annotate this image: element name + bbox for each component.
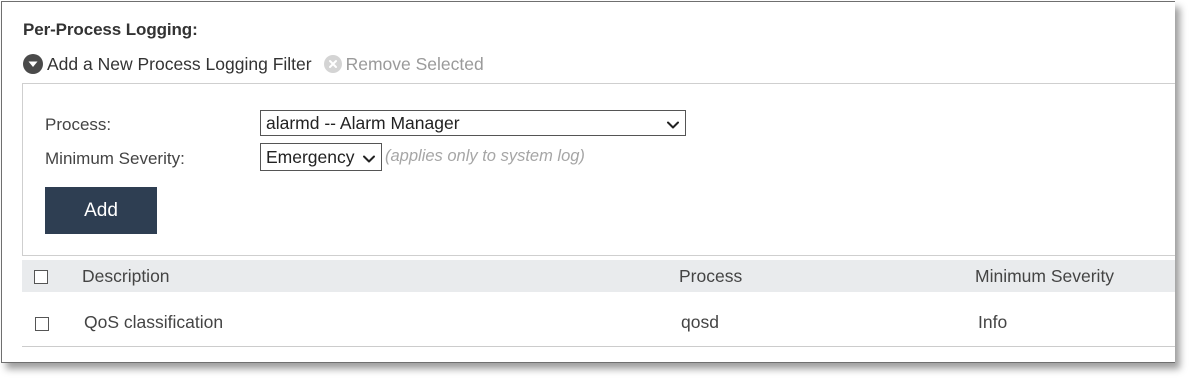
add-filter-label: Add a New Process Logging Filter: [47, 53, 312, 74]
process-select[interactable]: alarmd -- Alarm Manager: [260, 110, 686, 136]
section-title: Per-Process Logging:: [23, 20, 198, 39]
remove-selected-label: Remove Selected: [345, 53, 484, 74]
add-button[interactable]: Add: [45, 187, 157, 234]
table-header: Description Process Minimum Severity: [22, 260, 1175, 292]
row-checkbox[interactable]: [35, 317, 49, 331]
filter-toolbar: Add a New Process Logging Filter Remove …: [23, 52, 484, 76]
add-filter-toggle[interactable]: Add a New Process Logging Filter: [23, 54, 312, 75]
process-label: Process:: [45, 115, 112, 134]
x-circle-icon: [323, 55, 342, 73]
chevron-down-circle-icon: [23, 54, 43, 74]
chevron-down-icon: [362, 150, 376, 171]
remove-selected-button[interactable]: Remove Selected: [323, 53, 484, 75]
add-filter-panel: Process: alarmd -- Alarm Manager Minimum…: [22, 83, 1175, 256]
minimum-severity-select[interactable]: Emergency: [260, 143, 382, 171]
process-select-value: alarmd -- Alarm Manager: [266, 112, 460, 133]
row-process: qosd: [681, 312, 719, 332]
chevron-down-icon: [666, 116, 680, 137]
row-description: QoS classification: [84, 312, 224, 332]
column-header-process[interactable]: Process: [679, 266, 742, 287]
column-header-minimum-severity[interactable]: Minimum Severity: [975, 266, 1114, 287]
minimum-severity-label: Minimum Severity:: [45, 149, 185, 168]
row-minimum-severity: Info: [978, 312, 1008, 332]
severity-hint: (applies only to system log): [385, 147, 585, 165]
per-process-logging-window: Per-Process Logging: Add a New Process L…: [1, 1, 1175, 363]
column-header-description[interactable]: Description: [82, 266, 170, 287]
select-all-checkbox[interactable]: [34, 270, 48, 284]
table-row[interactable]: QoS classification qosd Info: [22, 300, 1175, 347]
severity-select-value: Emergency: [266, 146, 355, 167]
